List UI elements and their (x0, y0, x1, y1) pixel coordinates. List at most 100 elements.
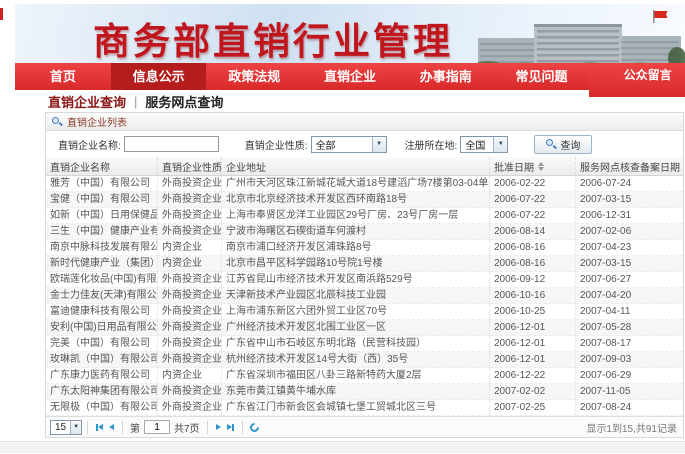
search-button-label: 查询 (560, 137, 580, 152)
cell-name: 金士力佳友(天津)有限公司 (46, 288, 158, 304)
cell-name: 完美（中国）有限公司 (46, 336, 158, 352)
cell-address: 广东省江门市新会区会城镇七堡工贸城北区三号 (222, 400, 490, 416)
column-label: 企业地址 (226, 159, 266, 174)
chevron-down-icon: ▼ (372, 137, 386, 152)
total-pages-label: 共7页 (174, 420, 200, 435)
table-row[interactable]: 如新（中国）日用保健品有限公司外商投资企业上海市奉贤区龙洋工业园区29号厂房、2… (46, 208, 683, 224)
subnav-enterprise-search-link[interactable]: 直销企业查询 (48, 92, 126, 111)
cell-address: 宁波市海曙区石碶街道车何渡村 (222, 224, 490, 240)
page-number-input[interactable] (144, 420, 170, 434)
enterprise-name-label: 直销企业名称: (58, 137, 121, 152)
nav-item-enterprises[interactable]: 直销企业 (302, 63, 398, 90)
enterprise-list-panel: 直销企业列表 直销企业名称: 直销企业性质: 全部 ▼ 注册所在地: 全国 ▼ … (45, 112, 684, 438)
table-row[interactable]: 广东太阳神集团有限公司外商投资企业东莞市黄江镇黄牛埔水库2007-02-0220… (46, 384, 683, 400)
cell-filing-date: 2007-08-17 (576, 336, 683, 352)
footer-strip (0, 441, 685, 453)
cell-filing-date: 2007-11-05 (576, 384, 683, 400)
cell-approval-date: 2006-10-16 (490, 288, 576, 304)
site-title: 商务部直销行业管理 (93, 11, 453, 65)
cell-approval-date: 2007-02-25 (490, 400, 576, 416)
cell-filing-date: 2007-04-23 (576, 240, 683, 256)
pagination-bar: 15 ▼ 第 共7页 显示1到15,共91记录 (46, 416, 683, 437)
nav-item-label: 直销企业 (324, 69, 376, 84)
column-header-approval-date[interactable]: 批准日期 (490, 157, 576, 175)
cell-address: 上海市奉贤区龙洋工业园区29号厂房、23号厂房一层 (222, 208, 490, 224)
column-label: 服务网点核查备案日期 (580, 159, 680, 174)
pager-separator (207, 421, 208, 434)
cell-approval-date: 2006-12-01 (490, 336, 576, 352)
prev-page-icon[interactable] (109, 424, 114, 430)
table-row[interactable]: 三生（中国）健康产业有限公司外商投资企业宁波市海曙区石碶街道车何渡村2006-0… (46, 224, 683, 240)
cell-address: 南京市浦口经济开发区浦珠路8号 (222, 240, 490, 256)
nav-item-label: 政策法规 (228, 69, 280, 84)
panel-header: 直销企业列表 (46, 113, 683, 131)
cell-address: 江苏省昆山市经济技术开发区南浜路529号 (222, 272, 490, 288)
cell-approval-date: 2006-09-12 (490, 272, 576, 288)
table-row[interactable]: 无限极（中国）有限公司外商投资企业广东省江门市新会区会城镇七堡工贸城北区三号20… (46, 400, 683, 416)
cell-type: 外商投资企业 (158, 384, 222, 400)
table-row[interactable]: 金士力佳友(天津)有限公司外商投资企业天津新技术产业园区北辰科技工业园2006-… (46, 288, 683, 304)
column-header-address: 企业地址 (222, 157, 490, 175)
nav-item-info-disclosure[interactable]: 信息公示 (111, 63, 207, 90)
enterprise-name-input[interactable] (124, 136, 219, 152)
magnifier-icon (546, 139, 556, 149)
cell-filing-date: 2007-09-03 (576, 352, 683, 368)
nav-item-public-message[interactable]: 公众留言 (589, 63, 685, 97)
table-header: 直销企业名称 直销企业性质企业地址 批准日期服务网点核查备案日期 (46, 157, 683, 176)
page-size-select[interactable]: 15 ▼ (50, 420, 82, 435)
magnifier-icon (52, 117, 62, 127)
table-row[interactable]: 完美（中国）有限公司外商投资企业广东省中山市石岐区东明北路（民营科技园）2006… (46, 336, 683, 352)
cell-approval-date: 2006-12-01 (490, 352, 576, 368)
cell-name: 无限极（中国）有限公司 (46, 400, 158, 416)
cell-name: 欧瑞莲化妆品(中国)有限公司 (46, 272, 158, 288)
nav-item-home[interactable]: 首页 (15, 63, 111, 90)
cell-name: 新时代健康产业（集团）有限公司 (46, 256, 158, 272)
chevron-down-icon: ▼ (493, 137, 507, 152)
table-row[interactable]: 广东康力医药有限公司内资企业广东省深圳市福田区八卦三路新特药大厦2层2006-1… (46, 368, 683, 384)
table-row[interactable]: 新时代健康产业（集团）有限公司内资企业北京市昌平区科学园路10号院1号楼2006… (46, 256, 683, 272)
region-select[interactable]: 全国 ▼ (460, 136, 508, 153)
chevron-down-icon: ▼ (70, 421, 81, 434)
last-page-icon[interactable] (227, 424, 234, 431)
column-label: 直销企业名称 (50, 159, 110, 174)
pager-separator (242, 421, 243, 434)
page-number-box: 第 共7页 (130, 420, 200, 435)
nav-item-guide[interactable]: 办事指南 (398, 63, 494, 90)
pager-separator (87, 421, 88, 434)
cell-filing-date: 2007-03-15 (576, 256, 683, 272)
cell-type: 内资企业 (158, 240, 222, 256)
cell-approval-date: 2006-10-25 (490, 304, 576, 320)
refresh-icon[interactable] (248, 421, 261, 434)
table-row[interactable]: 宝健（中国）有限公司外商投资企业北京市北京经济技术开发区西环南路18号2006-… (46, 192, 683, 208)
subnav-service-outlet-search-link[interactable]: 服务网点查询 (145, 92, 223, 111)
left-edge-marker (0, 8, 3, 20)
column-header-filing-date[interactable]: 服务网点核查备案日期 (576, 157, 683, 175)
table-row[interactable]: 雅芳（中国）有限公司外商投资企业广州市天河区珠江新城花城大道18号建滔广场7楼第… (46, 176, 683, 192)
nav-item-faq[interactable]: 常见问题 (494, 63, 590, 90)
search-button[interactable]: 查询 (534, 135, 592, 154)
table-row[interactable]: 欧瑞莲化妆品(中国)有限公司外商投资企业江苏省昆山市经济技术开发区南浜路529号… (46, 272, 683, 288)
cell-name: 宝健（中国）有限公司 (46, 192, 158, 208)
column-header-type: 直销企业性质 (158, 157, 222, 175)
first-page-icon[interactable] (96, 424, 103, 431)
table-row[interactable]: 富迪健康科技有限公司外商投资企业上海市浦东新区六团外贸工业区70号2006-10… (46, 304, 683, 320)
cell-type: 外商投资企业 (158, 192, 222, 208)
panel-title: 直销企业列表 (67, 114, 127, 129)
cell-address: 北京市昌平区科学园路10号院1号楼 (222, 256, 490, 272)
nav-item-policy[interactable]: 政策法规 (206, 63, 302, 90)
banner: 商务部直销行业管理 (15, 4, 685, 63)
page-prefix-label: 第 (130, 420, 140, 435)
next-page-icon[interactable] (216, 424, 221, 430)
column-header-name: 直销企业名称 (46, 157, 158, 175)
region-label: 注册所在地: (405, 137, 458, 152)
china-flag-icon (653, 10, 668, 23)
cell-name: 如新（中国）日用保健品有限公司 (46, 208, 158, 224)
table-row[interactable]: 南京中脉科技发展有限公司内资企业南京市浦口经济开发区浦珠路8号2006-08-1… (46, 240, 683, 256)
pager-summary: 显示1到15,共91记录 (586, 420, 677, 435)
table-row[interactable]: 玫琳凯（中国）有限公司外商投资企业杭州经济技术开发区14号大街（西）35号200… (46, 352, 683, 368)
cell-type: 外商投资企业 (158, 272, 222, 288)
table-row[interactable]: 安利(中国)日用品有限公司外商投资企业广州经济技术开发区北围工业区一区2006-… (46, 320, 683, 336)
sort-icon[interactable] (538, 162, 544, 171)
main-nav: 首页信息公示政策法规直销企业办事指南常见问题公众留言 (15, 63, 685, 90)
enterprise-type-select[interactable]: 全部 ▼ (311, 136, 387, 153)
